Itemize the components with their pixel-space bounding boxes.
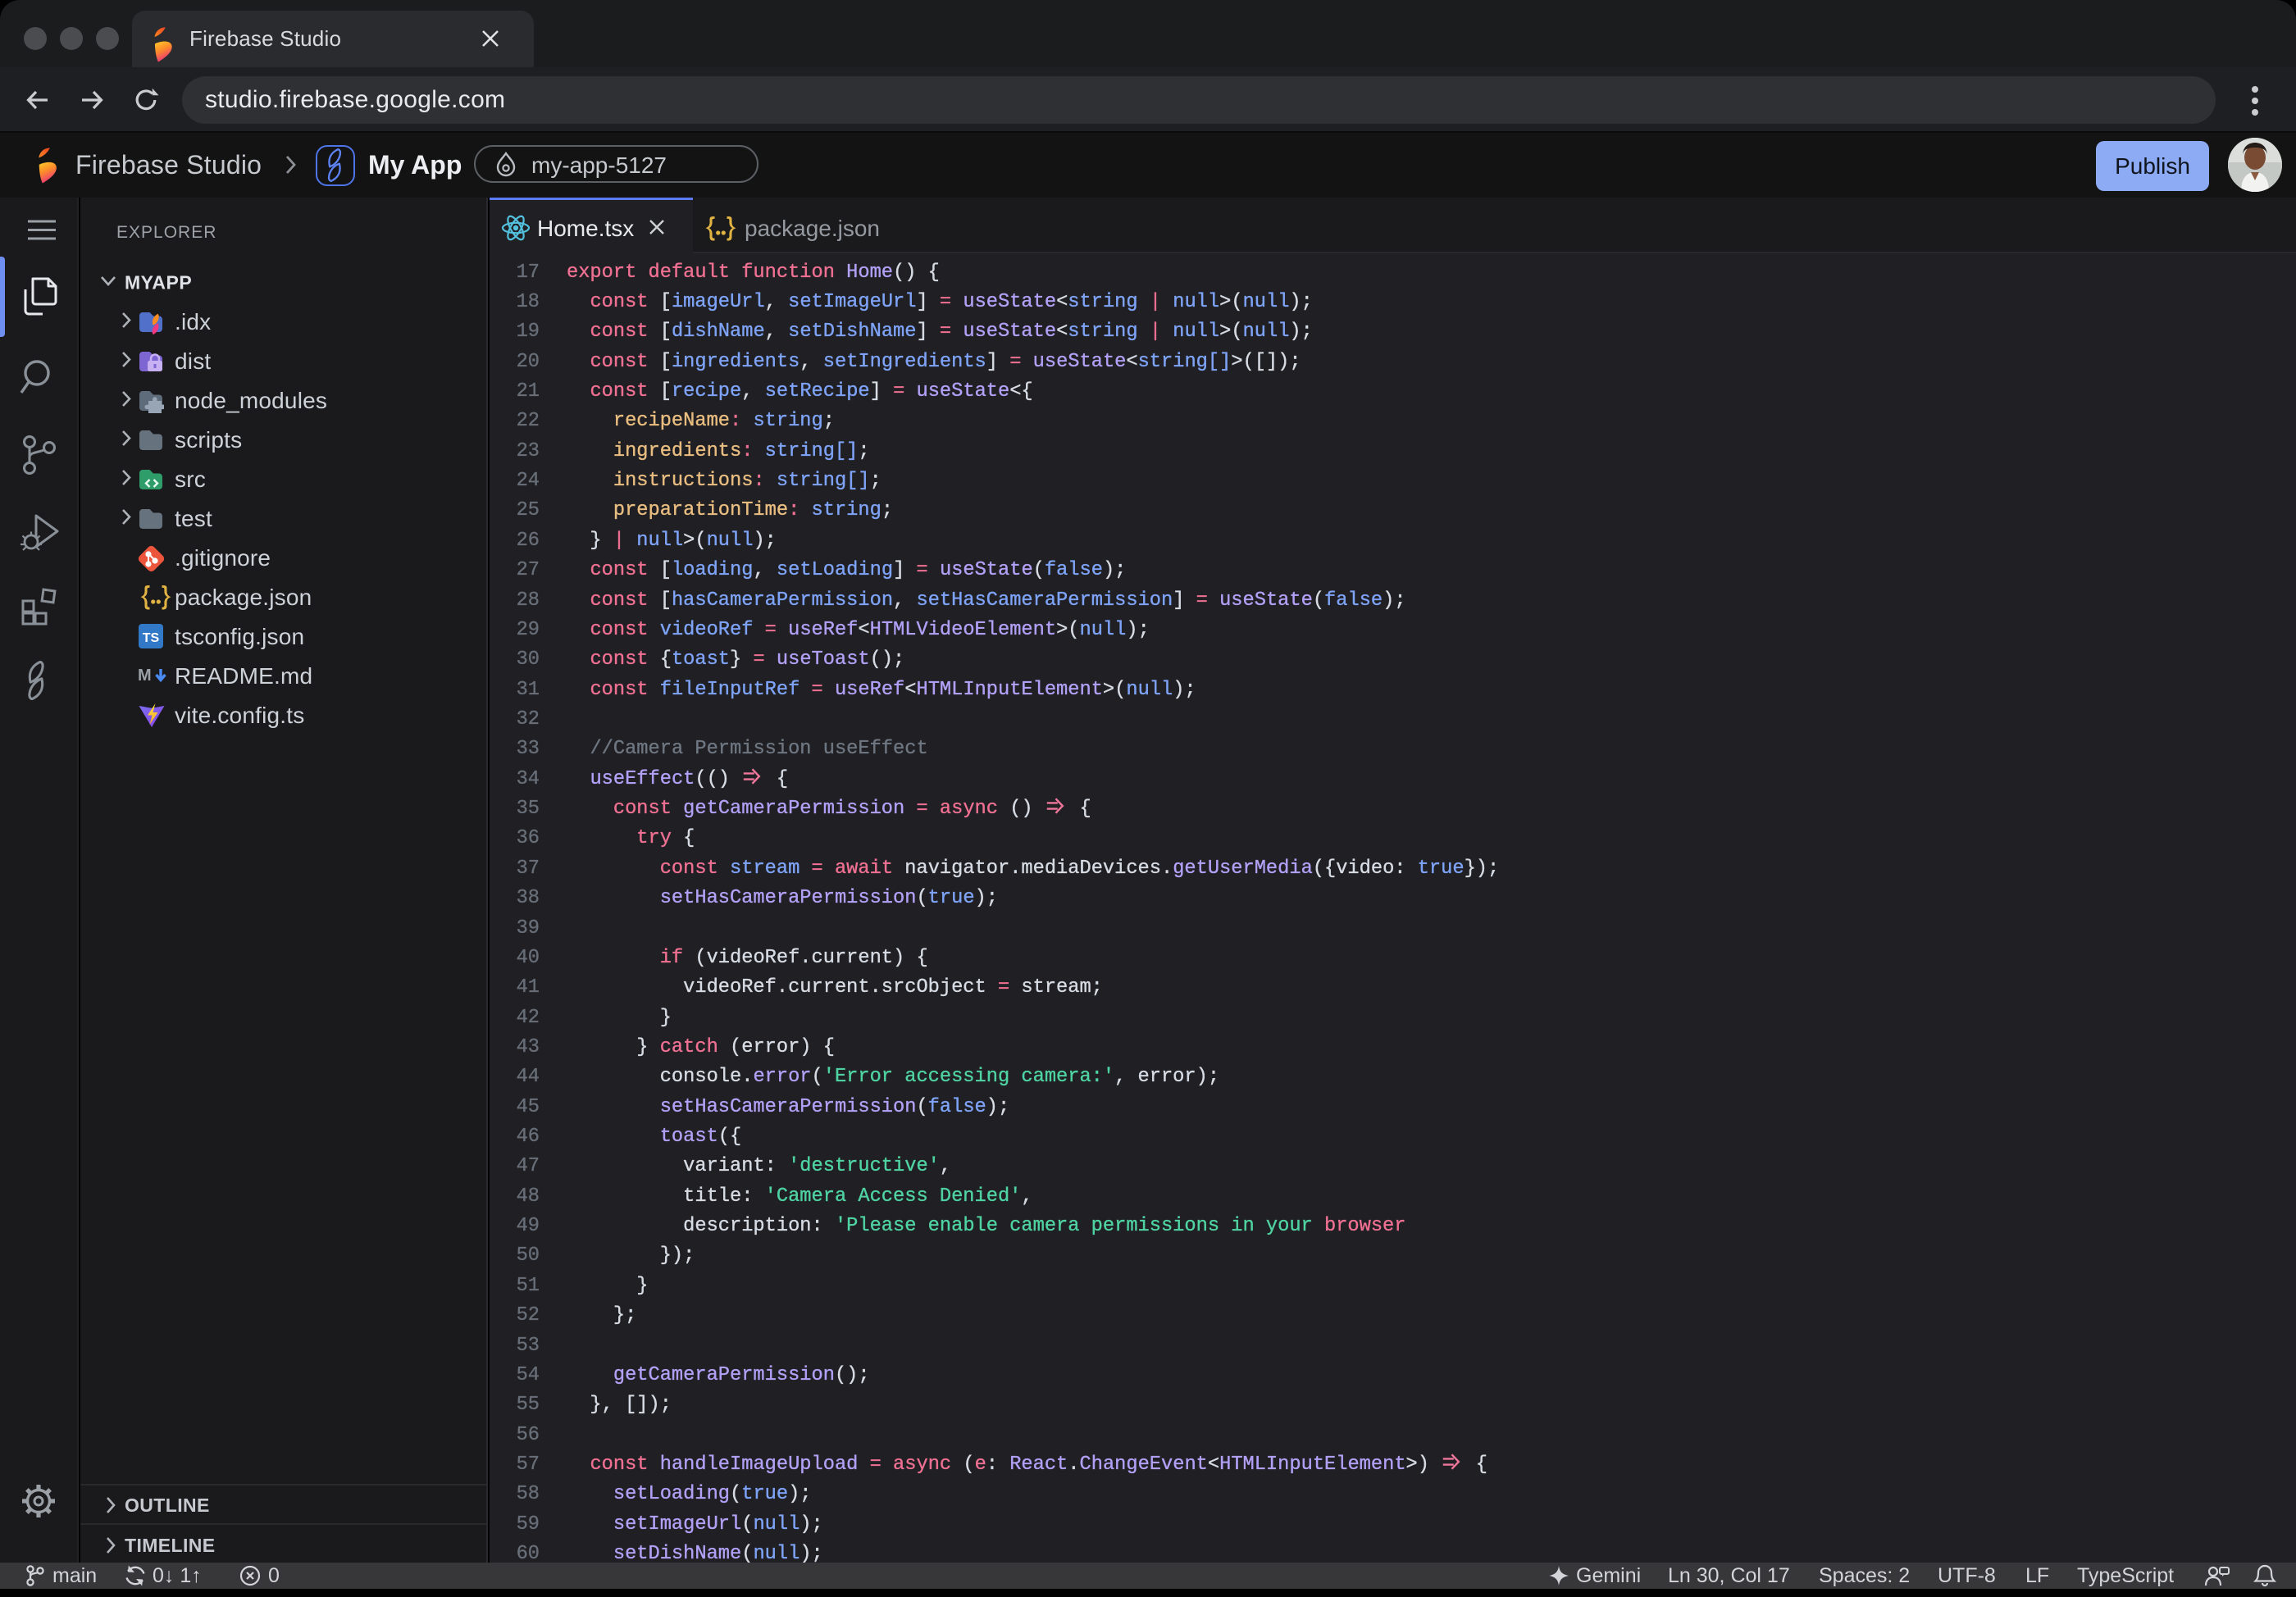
svg-text:M: M (138, 667, 152, 685)
svg-text:TS: TS (143, 631, 160, 645)
